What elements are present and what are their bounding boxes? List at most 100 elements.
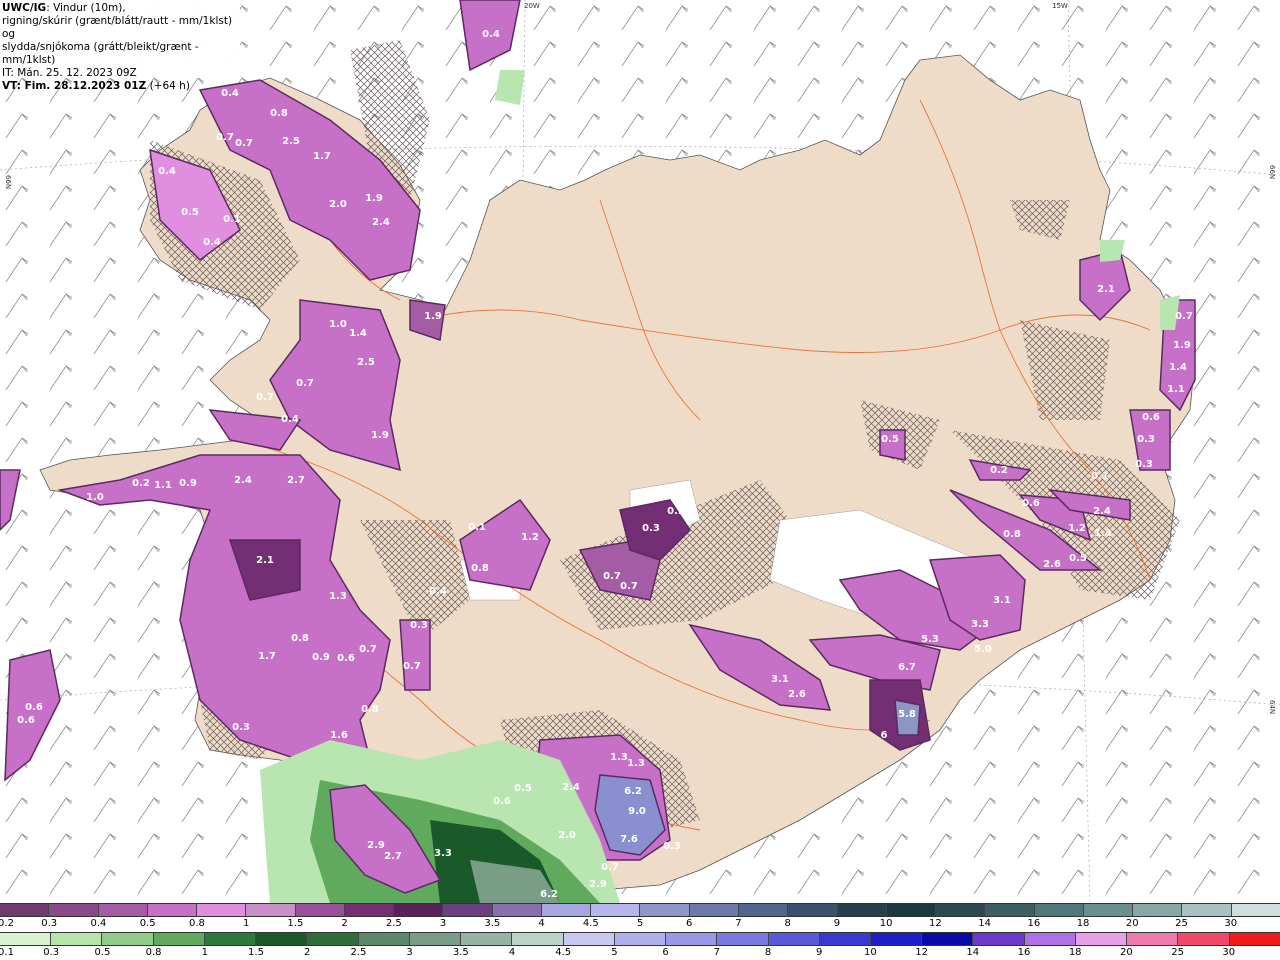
rain-scale-tick: 18 [1068, 947, 1082, 958]
precip-value-label: 1.2 [1068, 523, 1086, 534]
snow-scale-swatch [97, 904, 147, 916]
precip-value-label: 0.3 [232, 722, 250, 733]
precip-value-label: 0.2 [990, 465, 1008, 476]
snow-scale-swatch [245, 904, 295, 916]
rain-scale-swatch [767, 933, 819, 945]
precip-value-label: 0.5 [514, 783, 532, 794]
rain-scale-tick: 0.8 [145, 947, 162, 958]
snow-scale-swatch [1181, 904, 1231, 916]
snow-scale-swatch [984, 904, 1034, 916]
precip-value-label: 0.6 [17, 715, 35, 726]
precip-value-label: 0.6 [1142, 412, 1160, 423]
precip-value-label: 1.9 [371, 430, 389, 441]
rain-scale-tick: 16 [1017, 947, 1031, 958]
rain-scale-swatch [818, 933, 870, 945]
precip-value-label: 0.5 [181, 207, 199, 218]
precip-value-label: 0.9 [179, 478, 197, 489]
rain-scale-swatch [101, 933, 153, 945]
model-name: UWC/IG [2, 2, 47, 14]
precip-value-label: 0.4 [482, 29, 500, 40]
snow-scale-tick: 6 [686, 918, 693, 929]
snow-scale-tick: 1 [242, 918, 250, 929]
precip-value-label: 1.7 [313, 151, 331, 162]
precip-value-label: 1.0 [86, 492, 104, 503]
snow-scale-tick: 10 [879, 918, 893, 929]
snow-scale-tick: 0.2 [0, 918, 14, 929]
snow-scale-tick: 4.5 [582, 918, 599, 929]
precip-value-label: 7.6 [620, 834, 638, 845]
rain-scale-tick: 0.5 [94, 947, 111, 958]
precip-value-label: 1.4 [349, 328, 367, 339]
rain-scale-tick: 25 [1171, 947, 1184, 958]
rain-scale-tick: 3.5 [452, 947, 469, 958]
precip-value-label: 0.3 [1137, 434, 1155, 445]
rain-scale-swatch [1126, 933, 1178, 945]
precip-value-label: 0.3 [410, 620, 428, 631]
snow-scale-swatch [1132, 904, 1182, 916]
precip-value-label: 3.3 [434, 848, 452, 859]
rain-scale-tick: 10 [864, 947, 877, 958]
snow-scale-tick: 12 [929, 918, 942, 929]
rain-scale-swatch [255, 933, 307, 945]
rain-scale-swatch [203, 933, 256, 945]
lat-label-66n-left: 66N [4, 175, 12, 189]
snow-scale-tick: 4 [538, 918, 545, 929]
precip-value-label: 3.1 [771, 674, 789, 685]
rain-scale-swatch [972, 933, 1024, 945]
snow-scale-swatch [48, 904, 98, 916]
snow-scale-tick: 0.5 [139, 918, 156, 929]
snow-scale-swatch [540, 904, 591, 916]
precip-value-label: 1.3 [329, 591, 347, 602]
rain-scale-tick: 6 [662, 947, 669, 958]
precip-value-label: 2.0 [558, 830, 576, 841]
precip-value-label: 0.9 [312, 652, 330, 663]
snow-scale-tick: 16 [1027, 918, 1041, 929]
precip-value-label: 0.7 [1175, 311, 1193, 322]
snow-color-bar [0, 903, 1280, 917]
snow-scale-tick: 3.5 [484, 918, 501, 929]
precip-value-label: 0.8 [291, 633, 309, 644]
precip-value-label: 0.7 [620, 581, 638, 592]
info-line1: : Vindur (10m), [46, 2, 126, 14]
snow-scale-ticks: 0.2 0.3 0.4 0.5 0.8 1 1.5 2 2.5 3 3.5 4 4.5 5 6 7 8 9 10 12… [0, 918, 1280, 930]
precip-value-label: 1.6 [330, 730, 348, 741]
snow-scale-tick: 5 [636, 918, 644, 929]
precip-value-label: 2.4 [372, 217, 390, 228]
precip-value-label: 0.8 [361, 704, 379, 715]
snow-scale-tick: 2 [341, 918, 348, 929]
precip-value-label: 1.9 [1173, 340, 1191, 351]
precip-value-label: 2.0 [329, 199, 347, 210]
precip-value-label: 2.7 [384, 851, 402, 862]
precip-value-label: 0.6 [25, 702, 43, 713]
precip-value-label: 1.4 [1169, 362, 1187, 373]
lat-label-64n-right: 64N [1268, 700, 1276, 714]
rain-scale-swatch [921, 933, 973, 945]
precip-value-label: 2.1 [256, 555, 274, 566]
snow-scale-swatch [1230, 904, 1280, 916]
rain-scale-swatch [562, 933, 614, 945]
precip-value-label: 1.9 [424, 311, 442, 322]
rain-scale-swatch [306, 933, 358, 945]
precip-value-label: 2.7 [287, 475, 305, 486]
snow-scale-swatch [836, 904, 886, 916]
rain-scale-swatch [511, 933, 563, 945]
rain-scale-swatch [1074, 933, 1127, 945]
precip-value-label: 0.5 [1069, 553, 1087, 564]
rain-scale-swatch [869, 933, 922, 945]
precip-value-label: 0.2 [132, 478, 150, 489]
snow-scale-swatch [146, 904, 197, 916]
precip-value-label: 2.9 [367, 840, 385, 851]
precip-value-label: 6.7 [898, 662, 916, 673]
rain-scale-tick: 14 [966, 947, 980, 958]
precip-value-label: 0.4 [429, 586, 447, 597]
precip-value-label: 0.7 [403, 661, 421, 672]
precip-value-label: 5.3 [921, 634, 939, 645]
rain-scale-swatch [357, 933, 409, 945]
precip-value-label: 0.8 [270, 108, 288, 119]
weather-map: 20W 15W 66N 66N 64N 0.40.40.82.51.70.70.… [0, 0, 1280, 903]
rain-scale-tick: 20 [1120, 947, 1133, 958]
lon-label-15w: 15W [1052, 2, 1068, 10]
snow-scale-tick: 1.5 [287, 918, 304, 929]
precip-value-label: 0.8 [1003, 529, 1021, 540]
precip-value-label: 0.3 [663, 841, 681, 852]
